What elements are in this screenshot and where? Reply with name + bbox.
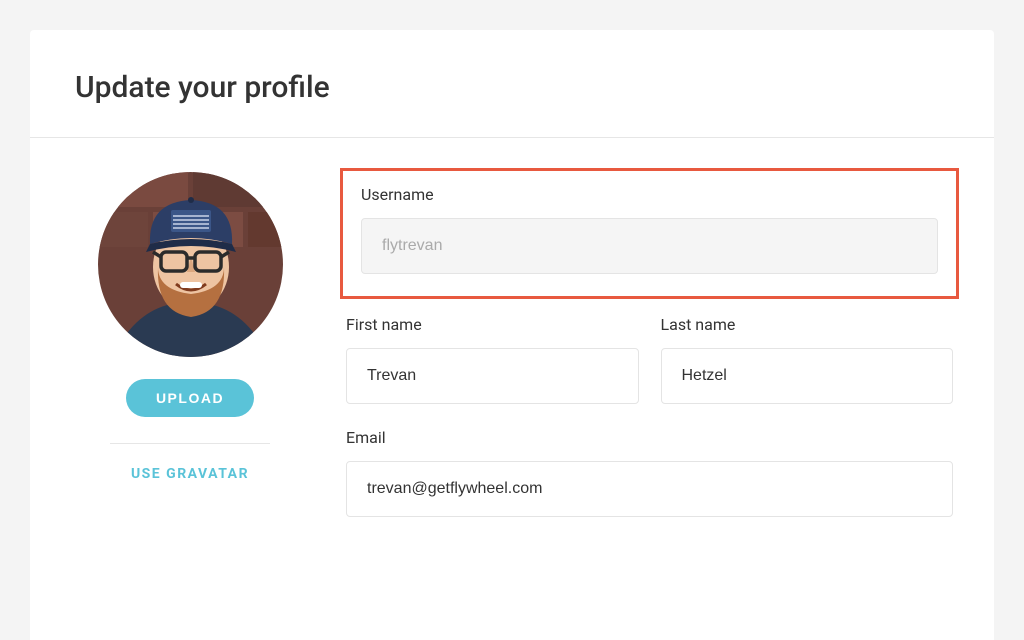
form-column: Username First name Last name Email (305, 168, 959, 517)
username-highlight: Username (340, 168, 959, 299)
upload-button[interactable]: UPLOAD (126, 379, 254, 417)
last-name-field: Last name (661, 315, 954, 404)
name-row: First name Last name (340, 315, 959, 404)
last-name-label: Last name (661, 315, 954, 334)
email-label: Email (346, 428, 953, 447)
avatar-image (98, 172, 283, 357)
first-name-field: First name (346, 315, 639, 404)
username-input (361, 218, 938, 274)
card-body: UPLOAD USE GRAVATAR Username First name … (30, 138, 994, 517)
use-gravatar-link[interactable]: USE GRAVATAR (131, 466, 249, 482)
profile-card: Update your profile (30, 30, 994, 640)
last-name-input[interactable] (661, 348, 954, 404)
avatar-column: UPLOAD USE GRAVATAR (75, 168, 305, 517)
avatar (98, 172, 283, 357)
first-name-label: First name (346, 315, 639, 334)
page-title: Update your profile (75, 70, 949, 105)
email-input[interactable] (346, 461, 953, 517)
username-label: Username (361, 185, 938, 204)
divider (110, 443, 270, 444)
card-header: Update your profile (30, 30, 994, 138)
email-field: Email (340, 428, 959, 517)
first-name-input[interactable] (346, 348, 639, 404)
